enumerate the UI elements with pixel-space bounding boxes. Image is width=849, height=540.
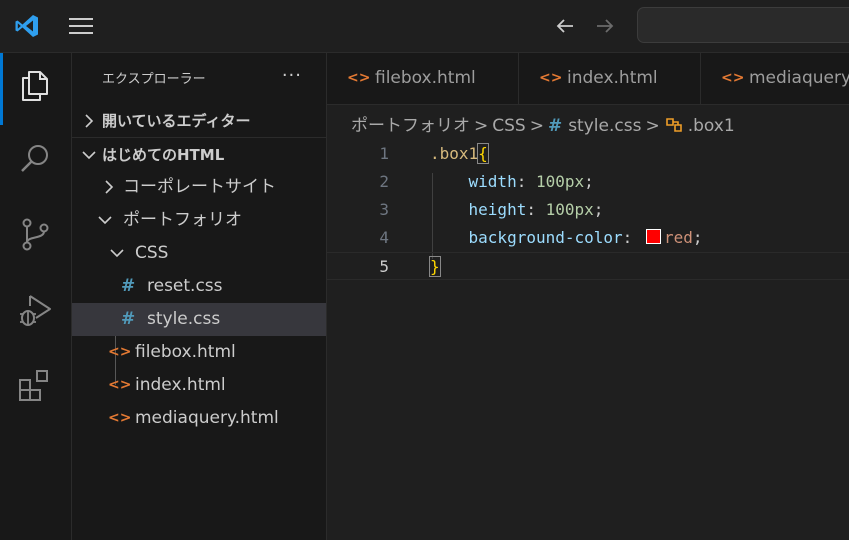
editor-tabs: <> filebox.html <> index.html <> mediaqu… [327, 53, 849, 105]
section-divider [72, 137, 326, 138]
colon: : [516, 172, 527, 191]
tree-label: filebox.html [135, 342, 236, 362]
colon: : [526, 200, 536, 219]
html-file-icon: <> [108, 344, 132, 360]
search-icon [21, 145, 48, 172]
tab-mediaquery[interactable]: <> mediaquery.html [701, 53, 849, 104]
extensions-activity[interactable] [0, 353, 71, 413]
folder-root-label: はじめてのHTML [102, 146, 225, 164]
close-brace: } [429, 256, 441, 277]
chevron-down-icon [82, 151, 96, 160]
tree-label: reset.css [147, 276, 223, 296]
run-debug-activity[interactable] [0, 278, 71, 338]
run-debug-icon [20, 295, 51, 326]
css-property: height [468, 200, 527, 219]
html-file-icon: <> [108, 410, 132, 426]
code-line-3[interactable]: 3 height: 100px; [327, 196, 849, 224]
line-number: 1 [379, 144, 389, 163]
html-file-icon: <> [108, 377, 132, 393]
html-file-icon: <> [539, 70, 563, 86]
tree-file-style-css[interactable]: # style.css [72, 303, 326, 336]
folder-root[interactable]: はじめてのHTML [72, 139, 326, 172]
tree-file-reset-css[interactable]: # reset.css [72, 270, 326, 303]
css-file-icon: # [121, 276, 136, 296]
tree-file-filebox[interactable]: <> filebox.html [72, 336, 326, 369]
css-value: red [663, 228, 693, 247]
css-value: 100px [545, 200, 594, 219]
open-brace: { [477, 143, 489, 164]
line-number: 4 [379, 228, 389, 247]
activity-bar [0, 53, 72, 540]
line-number: 5 [379, 257, 389, 276]
html-file-icon: <> [721, 70, 745, 86]
semicolon: ; [584, 172, 594, 191]
title-bar [0, 0, 849, 53]
tree-label: mediaquery.html [135, 408, 279, 428]
tab-filebox[interactable]: <> filebox.html [327, 53, 519, 104]
tree-file-index[interactable]: <> index.html [72, 369, 326, 402]
tree-label: style.css [147, 309, 221, 329]
command-center-search[interactable] [637, 7, 849, 43]
explorer-title: エクスプローラー [102, 72, 206, 87]
breadcrumb-sub[interactable]: CSS [492, 116, 525, 136]
breadcrumb: ポートフォリオ > CSS > # style.css > .box1 [351, 111, 735, 136]
tree-file-mediaquery[interactable]: <> mediaquery.html [72, 402, 326, 435]
more-actions-icon[interactable]: ··· [282, 65, 302, 86]
semicolon: ; [593, 200, 604, 219]
css-selector: .box1 [430, 144, 479, 163]
chevron-down-icon [110, 249, 124, 258]
files-icon [22, 71, 48, 101]
tab-label: filebox.html [375, 68, 476, 88]
open-editors-label: 開いているエディター [102, 112, 251, 130]
css-property: background-color [468, 228, 623, 247]
html-file-icon: <> [347, 70, 371, 86]
vscode-logo-icon [15, 15, 38, 37]
tab-label: mediaquery.html [749, 68, 849, 88]
css-property: width [468, 172, 517, 191]
breadcrumb-symbol[interactable]: .box1 [688, 116, 735, 136]
code-editor[interactable]: ポートフォリオ > CSS > # style.css > .box1 1 .box1{ 2 … [327, 105, 849, 540]
arrow-left-icon[interactable] [553, 14, 577, 38]
breadcrumb-separator-icon: > [645, 116, 660, 136]
source-control-activity[interactable] [0, 202, 71, 262]
explorer-sidebar: エクスプローラー ··· 開いているエディター はじめてのHTML コーポレート… [72, 53, 327, 540]
tree-folder-portfolio[interactable]: ポートフォリオ [72, 204, 326, 237]
semicolon: ; [692, 228, 703, 247]
search-activity[interactable] [0, 127, 71, 187]
code-line-4[interactable]: 4 background-color: red; [327, 224, 849, 252]
code-line-2[interactable]: 2 width: 100px; [327, 168, 849, 196]
chevron-right-icon [105, 180, 114, 194]
symbol-class-icon [665, 118, 682, 132]
open-editors-section[interactable]: 開いているエディター [72, 105, 326, 138]
tree-folder-css[interactable]: CSS [72, 237, 326, 270]
breadcrumb-separator-icon: > [529, 116, 544, 136]
tree-label: ポートフォリオ [123, 210, 242, 230]
arrow-right-icon[interactable] [593, 14, 617, 38]
breadcrumb-separator-icon: > [474, 116, 489, 136]
code-line-1[interactable]: 1 .box1{ [327, 140, 849, 168]
line-number: 3 [379, 200, 389, 219]
breadcrumb-folder[interactable]: ポートフォリオ [351, 116, 470, 136]
tab-index[interactable]: <> index.html [519, 53, 701, 104]
tree-label: CSS [135, 243, 169, 263]
tab-label: index.html [567, 68, 658, 88]
code-line-5[interactable]: 5 } [327, 252, 849, 280]
css-file-icon: # [547, 116, 563, 136]
breadcrumb-file[interactable]: style.css [568, 116, 641, 136]
chevron-right-icon [85, 114, 94, 128]
colon: : [622, 228, 633, 247]
source-control-icon [22, 218, 49, 251]
hamburger-menu-icon[interactable] [68, 16, 94, 36]
tree-label: index.html [135, 375, 226, 395]
explorer-activity[interactable] [0, 53, 71, 125]
tree-label: コーポレートサイト [123, 177, 276, 197]
tree-folder-corporate[interactable]: コーポレートサイト [72, 171, 326, 204]
extensions-icon [19, 370, 48, 401]
color-swatch[interactable] [645, 229, 661, 244]
chevron-down-icon [98, 216, 112, 225]
css-value: 100px [535, 172, 585, 191]
css-file-icon: # [121, 309, 136, 329]
line-number: 2 [379, 172, 389, 191]
